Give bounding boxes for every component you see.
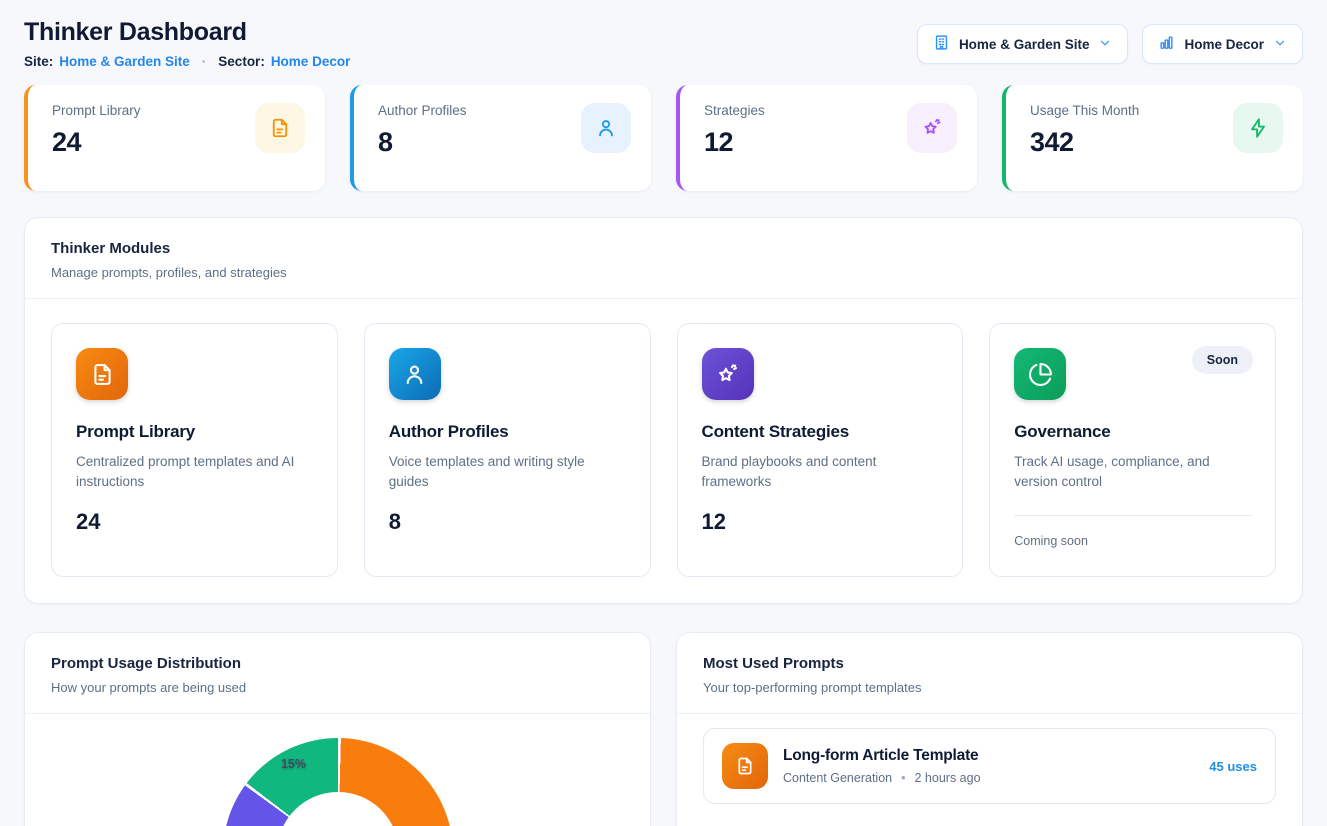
bar-chart-icon bbox=[1158, 34, 1175, 54]
user-icon bbox=[581, 103, 631, 153]
stat-value: 342 bbox=[1030, 127, 1139, 158]
chevron-down-icon bbox=[1098, 36, 1112, 53]
stat-card-usage: Usage This Month 342 bbox=[1002, 85, 1303, 191]
header-selectors: Home & Garden Site Home Decor bbox=[917, 24, 1303, 64]
module-card-author-profiles[interactable]: Author Profiles Voice templates and writ… bbox=[364, 323, 651, 577]
stat-label: Strategies bbox=[704, 103, 765, 118]
breadcrumb-separator: · bbox=[196, 54, 213, 69]
module-card-governance[interactable]: Soon Governance Track AI usage, complian… bbox=[989, 323, 1276, 577]
module-count: 12 bbox=[702, 509, 939, 535]
stat-card-author-profiles: Author Profiles 8 bbox=[350, 85, 651, 191]
prompts-panel-header: Most Used Prompts Your top-performing pr… bbox=[677, 633, 1302, 714]
module-count: 8 bbox=[389, 509, 626, 535]
prompt-list-item[interactable]: Long-form Article Template Content Gener… bbox=[703, 728, 1276, 804]
module-description: Track AI usage, compliance, and version … bbox=[1014, 452, 1251, 493]
sparkle-star-icon bbox=[907, 103, 957, 153]
site-selector-button[interactable]: Home & Garden Site bbox=[917, 24, 1129, 64]
donut-segment-label: 15% bbox=[281, 757, 306, 771]
donut-chart-area: 15% bbox=[25, 714, 650, 826]
file-text-icon bbox=[255, 103, 305, 153]
stat-cards-row: Prompt Library 24 Author Profiles 8 Stra… bbox=[24, 85, 1303, 191]
module-description: Voice templates and writing style guides bbox=[389, 452, 626, 493]
stat-label: Author Profiles bbox=[378, 103, 467, 118]
sparkle-star-icon bbox=[702, 348, 754, 400]
building-icon bbox=[933, 34, 950, 54]
soon-badge: Soon bbox=[1192, 346, 1253, 374]
stat-value: 24 bbox=[52, 127, 141, 158]
donut-chart: 15% bbox=[223, 738, 453, 826]
stat-card-prompt-library: Prompt Library 24 bbox=[24, 85, 325, 191]
module-title: Prompt Library bbox=[76, 422, 313, 442]
module-title: Governance bbox=[1014, 422, 1251, 442]
sector-label: Sector: bbox=[218, 54, 265, 69]
modules-panel-subtitle: Manage prompts, profiles, and strategies bbox=[51, 265, 1276, 280]
stat-card-strategies: Strategies 12 bbox=[676, 85, 977, 191]
module-divider bbox=[1014, 515, 1251, 516]
module-title: Content Strategies bbox=[702, 422, 939, 442]
usage-panel-header: Prompt Usage Distribution How your promp… bbox=[25, 633, 650, 714]
module-card-prompt-library[interactable]: Prompt Library Centralized prompt templa… bbox=[51, 323, 338, 577]
prompt-usage-panel: Prompt Usage Distribution How your promp… bbox=[24, 632, 651, 826]
stat-label: Prompt Library bbox=[52, 103, 141, 118]
module-title: Author Profiles bbox=[389, 422, 626, 442]
bottom-row: Prompt Usage Distribution How your promp… bbox=[24, 632, 1303, 826]
site-selector-label: Home & Garden Site bbox=[959, 37, 1090, 52]
pie-chart-icon bbox=[1014, 348, 1066, 400]
site-link[interactable]: Home & Garden Site bbox=[59, 54, 190, 69]
prompt-category: Content Generation bbox=[783, 771, 892, 785]
prompt-title: Long-form Article Template bbox=[783, 747, 1194, 765]
module-count: 24 bbox=[76, 509, 313, 535]
dashboard-page: Thinker Dashboard Site: Home & Garden Si… bbox=[0, 0, 1327, 826]
zap-icon bbox=[1233, 103, 1283, 153]
stat-value: 8 bbox=[378, 127, 467, 158]
meta-separator: • bbox=[901, 771, 905, 785]
modules-panel-header: Thinker Modules Manage prompts, profiles… bbox=[25, 218, 1302, 299]
page-header: Thinker Dashboard Site: Home & Garden Si… bbox=[24, 18, 1303, 69]
module-card-content-strategies[interactable]: Content Strategies Brand playbooks and c… bbox=[677, 323, 964, 577]
user-icon bbox=[389, 348, 441, 400]
breadcrumb: Site: Home & Garden Site · Sector: Home … bbox=[24, 54, 350, 69]
file-text-icon bbox=[76, 348, 128, 400]
prompt-time: 2 hours ago bbox=[915, 771, 981, 785]
prompts-panel-title: Most Used Prompts bbox=[703, 655, 1276, 672]
modules-grid: Prompt Library Centralized prompt templa… bbox=[25, 299, 1302, 603]
prompt-uses-count: 45 uses bbox=[1209, 759, 1257, 774]
stat-value: 12 bbox=[704, 127, 765, 158]
module-description: Centralized prompt templates and AI inst… bbox=[76, 452, 313, 493]
sector-selector-label: Home Decor bbox=[1184, 37, 1264, 52]
header-left: Thinker Dashboard Site: Home & Garden Si… bbox=[24, 18, 350, 69]
file-text-icon bbox=[722, 743, 768, 789]
sector-link[interactable]: Home Decor bbox=[271, 54, 351, 69]
prompts-list: Long-form Article Template Content Gener… bbox=[677, 714, 1302, 818]
module-description: Brand playbooks and content frameworks bbox=[702, 452, 939, 493]
usage-panel-subtitle: How your prompts are being used bbox=[51, 680, 624, 695]
most-used-prompts-panel: Most Used Prompts Your top-performing pr… bbox=[676, 632, 1303, 826]
prompt-meta: Content Generation • 2 hours ago bbox=[783, 771, 1194, 785]
chevron-down-icon bbox=[1273, 36, 1287, 53]
coming-soon-label: Coming soon bbox=[1014, 534, 1251, 548]
stat-label: Usage This Month bbox=[1030, 103, 1139, 118]
usage-panel-title: Prompt Usage Distribution bbox=[51, 655, 624, 672]
modules-panel-title: Thinker Modules bbox=[51, 240, 1276, 257]
thinker-modules-panel: Thinker Modules Manage prompts, profiles… bbox=[24, 217, 1303, 604]
sector-selector-button[interactable]: Home Decor bbox=[1142, 24, 1303, 64]
site-label: Site: bbox=[24, 54, 53, 69]
prompts-panel-subtitle: Your top-performing prompt templates bbox=[703, 680, 1276, 695]
page-title: Thinker Dashboard bbox=[24, 18, 350, 47]
